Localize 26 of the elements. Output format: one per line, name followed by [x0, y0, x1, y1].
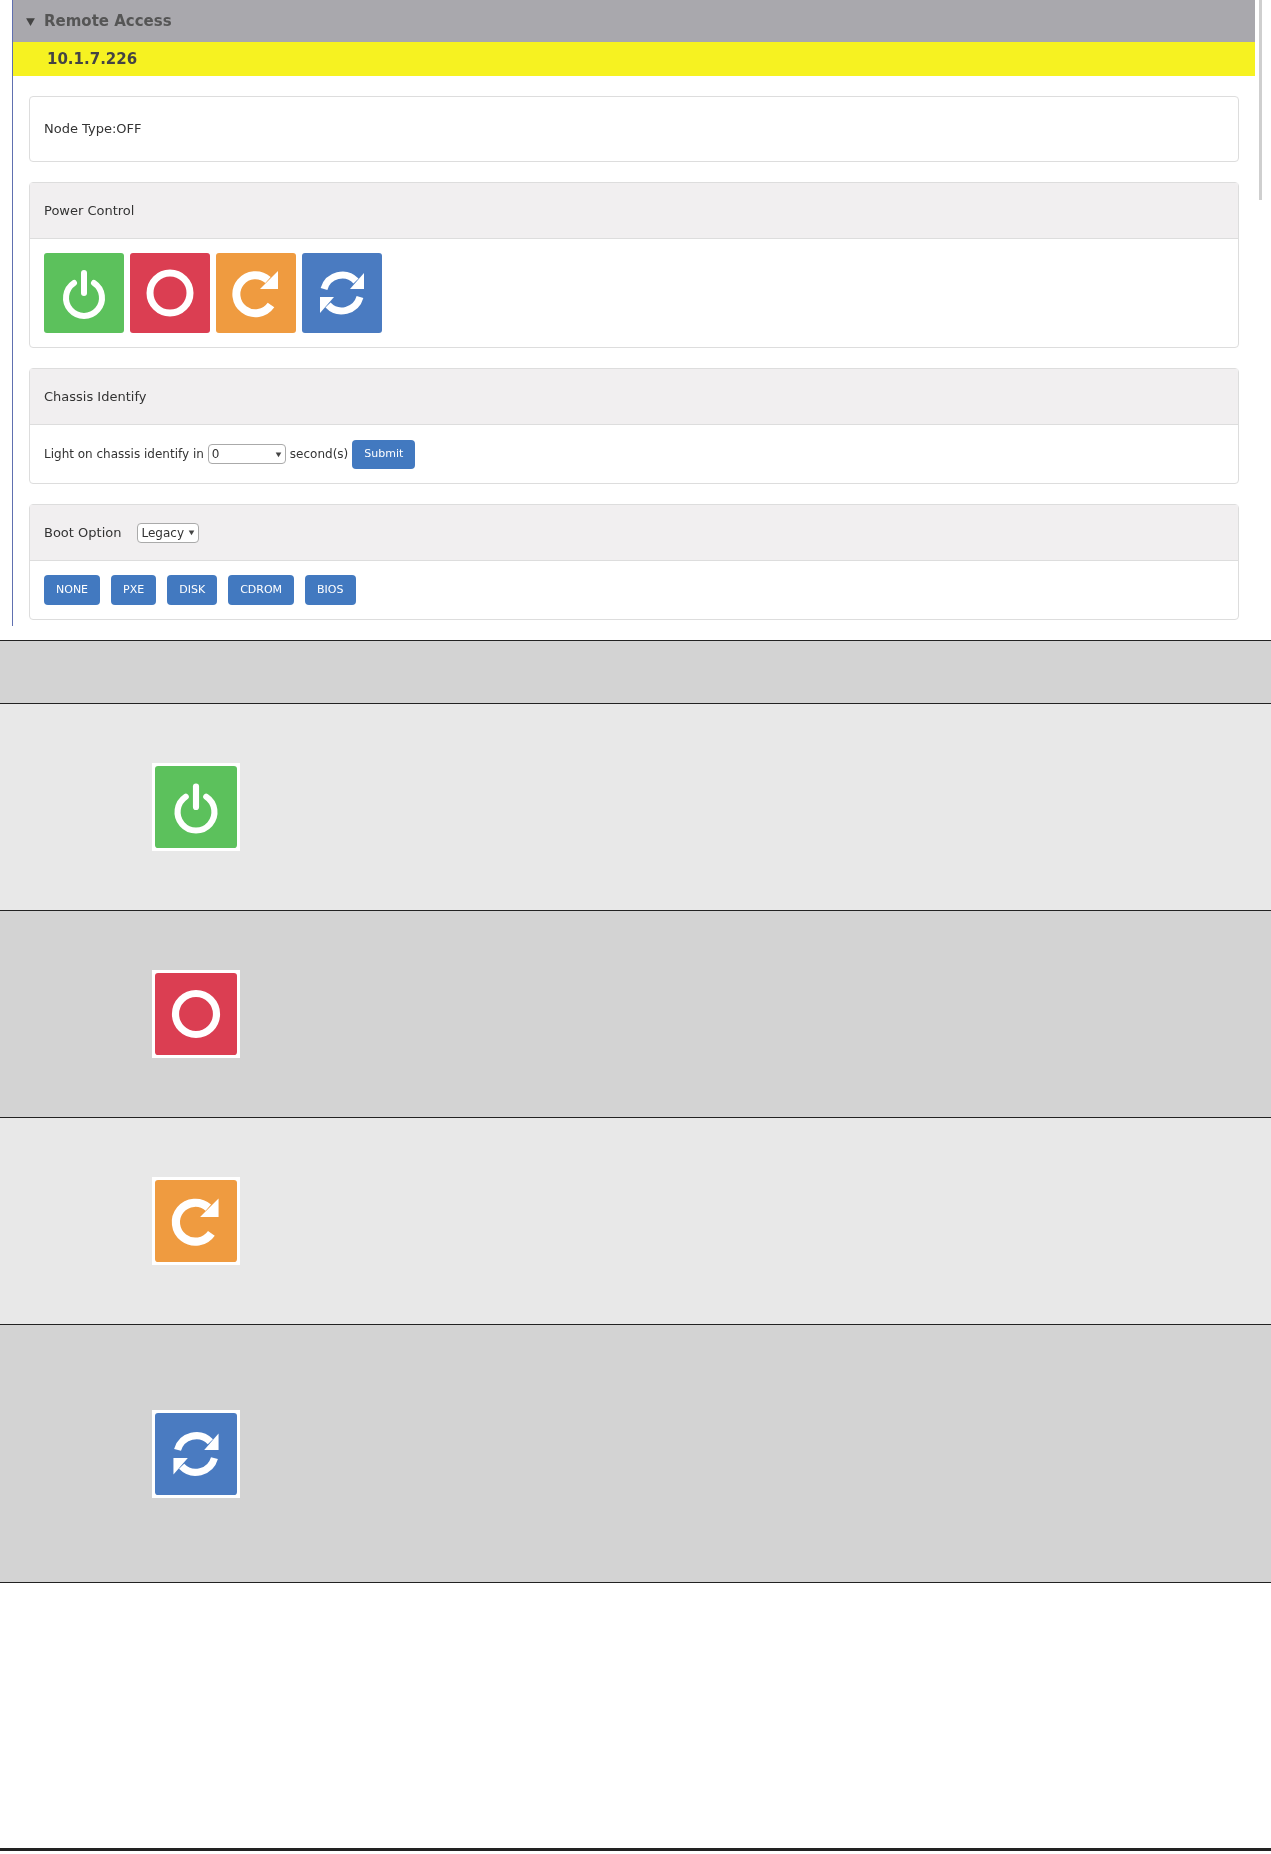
address-bar: 10.1.7.226	[13, 42, 1255, 76]
caret-icon	[25, 15, 36, 27]
panel-header[interactable]: Remote Access	[13, 0, 1255, 42]
redo-icon	[155, 1180, 237, 1262]
card-title: Chassis Identify	[44, 387, 147, 406]
boot-mode-select[interactable]: Legacy	[137, 522, 199, 543]
identify-label: Light on chassis identify in	[44, 446, 204, 463]
boot-device-button[interactable]: PXE	[111, 575, 157, 605]
boot-device-button[interactable]: CDROM	[228, 575, 295, 605]
redo-icon[interactable]	[216, 253, 296, 333]
refresh-icon[interactable]	[302, 253, 382, 333]
power-icon[interactable]	[44, 253, 124, 333]
boot-device-button[interactable]: DISK	[167, 575, 218, 605]
panel-title: Remote Access	[44, 10, 172, 32]
boot-device-button[interactable]: BIOS	[305, 575, 356, 605]
card-title: Boot Option	[44, 523, 122, 542]
caret-icon	[274, 450, 282, 458]
card-title: Power Control	[44, 201, 135, 220]
refresh-icon	[155, 1412, 237, 1495]
node-type-label: Node Type:OFF	[44, 120, 142, 139]
seconds-select[interactable]: 0	[207, 444, 286, 464]
power-icon	[155, 766, 237, 848]
caret-icon	[188, 529, 195, 536]
unit-label: second(s)	[289, 446, 349, 463]
boot-device-button[interactable]: NONE	[44, 575, 101, 605]
submit-button[interactable]: Submit	[352, 439, 416, 469]
